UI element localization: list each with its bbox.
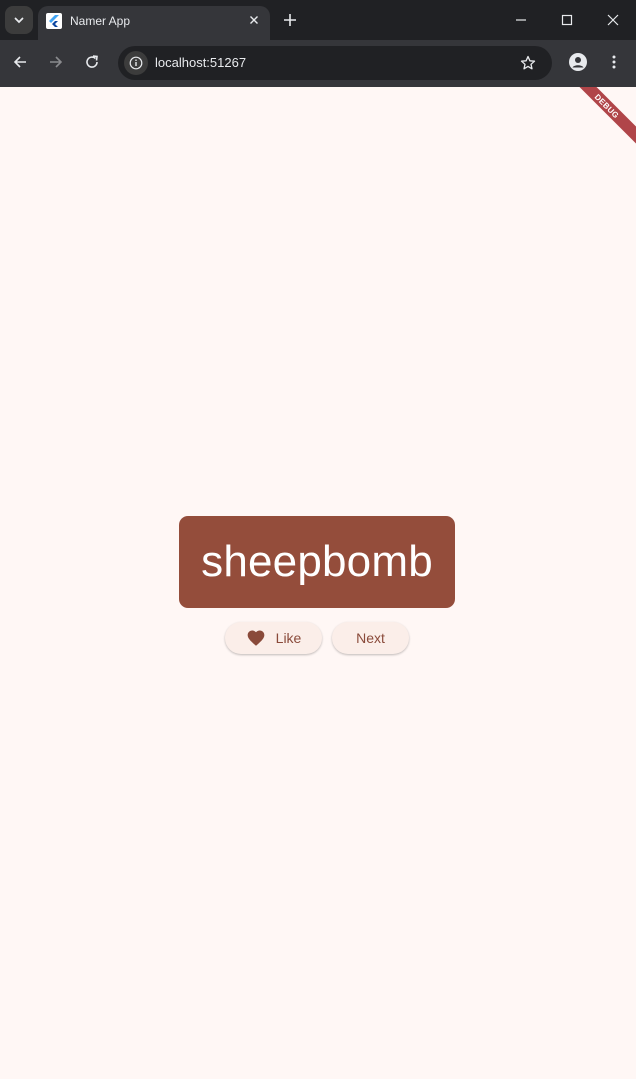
tab-search-button[interactable] <box>5 6 33 34</box>
tab-strip: Namer App <box>0 0 636 40</box>
tab-title: Namer App <box>70 14 131 28</box>
debug-banner: DEBUG <box>560 87 636 153</box>
more-vert-icon <box>612 55 616 69</box>
next-button[interactable]: Next <box>332 622 409 654</box>
new-tab-button[interactable] <box>278 8 302 32</box>
chevron-down-icon <box>14 17 24 24</box>
minimize-icon <box>516 19 526 21</box>
close-icon <box>607 14 619 26</box>
plus-icon <box>284 14 296 26</box>
profile-button[interactable] <box>566 50 590 74</box>
arrow-right-icon <box>50 56 63 68</box>
back-button[interactable] <box>8 50 32 74</box>
word-pair-card: sheepbomb <box>179 516 455 608</box>
like-button-label: Like <box>275 630 302 646</box>
next-button-label: Next <box>356 630 385 646</box>
bookmark-button[interactable] <box>518 53 538 73</box>
word-pair-text: sheepbomb <box>201 537 433 586</box>
menu-button[interactable] <box>602 50 626 74</box>
tab-close-button[interactable] <box>244 10 264 30</box>
browser-tab[interactable]: Namer App <box>38 6 270 40</box>
minimize-button[interactable] <box>501 4 541 36</box>
browser-toolbar: localhost:51267 <box>0 40 636 87</box>
like-button[interactable]: Like <box>225 622 322 654</box>
profile-icon <box>569 53 587 71</box>
info-icon <box>129 56 143 70</box>
forward-button[interactable] <box>44 50 68 74</box>
heart-icon <box>246 628 266 648</box>
star-icon <box>520 55 536 70</box>
close-icon <box>250 16 258 24</box>
window-close-button[interactable] <box>593 4 633 36</box>
reload-icon <box>86 55 98 68</box>
reload-button[interactable] <box>80 50 104 74</box>
maximize-icon <box>561 14 573 26</box>
debug-banner-label: DEBUG <box>593 92 621 120</box>
address-bar[interactable]: localhost:51267 <box>118 46 552 80</box>
site-info-button[interactable] <box>124 51 148 75</box>
app-page: DEBUG sheepbomb Like Next <box>0 87 636 1079</box>
maximize-button[interactable] <box>547 4 587 36</box>
url-text[interactable]: localhost:51267 <box>155 55 246 70</box>
flutter-favicon-icon <box>46 13 62 29</box>
arrow-left-icon <box>13 56 26 68</box>
